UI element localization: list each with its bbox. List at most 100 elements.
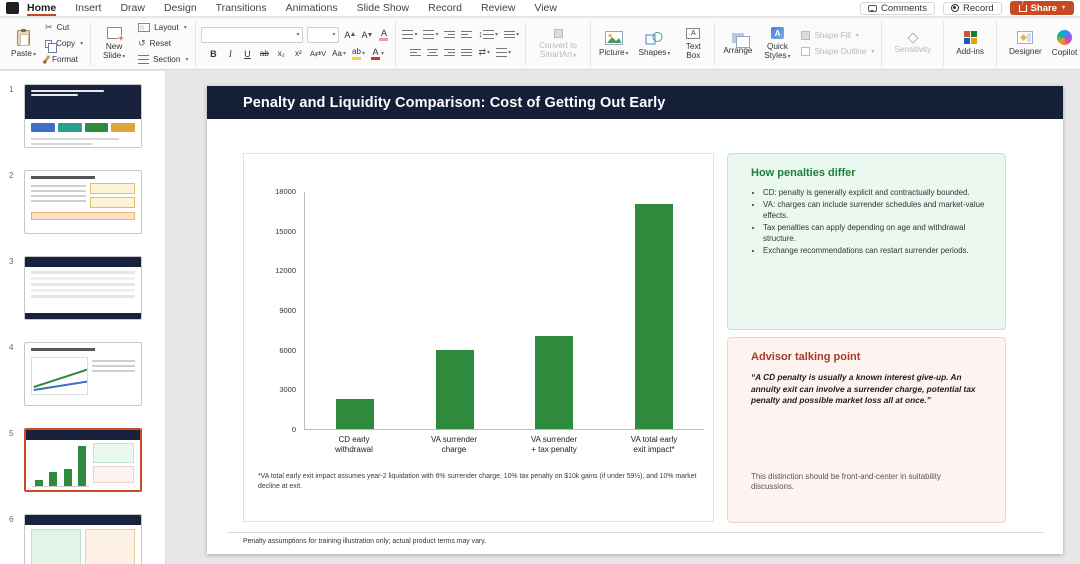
category-label: CD early withdrawal [335,435,373,454]
chevron-down-icon: ▾ [183,24,187,31]
menu-tab-transitions[interactable]: Transitions [216,0,267,16]
format-painter-icon [42,54,51,65]
record-button[interactable]: Record [942,1,1002,15]
format-painter-button[interactable]: Format [42,53,85,67]
picture-button[interactable]: Picture▾ [596,29,632,59]
slide-thumbnail-4[interactable] [24,342,142,406]
share-button[interactable]: Share ▾ [1009,0,1074,15]
align-left-button[interactable] [409,46,422,60]
underline-button[interactable]: U [241,47,254,61]
chart-card[interactable]: 0 3000 6000 9000 12000 15000 18000 CD early wi… [243,153,714,522]
font-color-icon [370,56,380,60]
section-button[interactable]: Section ▾ [136,53,190,67]
menu-tab-record[interactable]: Record [428,0,462,16]
menu-tab-draw[interactable]: Draw [120,0,145,16]
current-slide[interactable]: Penalty and Liquidity Comparison: Cost o… [207,86,1063,554]
menu-tab-slide-show[interactable]: Slide Show [357,0,410,16]
font-name-select[interactable]: ▾ [201,26,304,43]
penalty-bullet: VA: charges can include surrender schedu… [763,199,993,222]
workspace: 1 2 3 4 5 6 Penalty and Liquidity Comparison:… [0,71,1080,564]
add-ins-button[interactable]: Add-ins [953,29,987,58]
reset-button[interactable]: ↺ Reset [136,37,190,51]
decrease-indent-button[interactable] [443,28,456,42]
character-spacing-button[interactable]: A⇄V [309,47,327,61]
clear-formatting-button[interactable]: A [377,28,390,42]
chevron-down-icon: ▾ [414,31,418,38]
slide-number: 5 [9,429,14,438]
advisor-panel[interactable]: Advisor talking point “A CD penalty is u… [727,337,1006,523]
columns-button[interactable]: ▾ [503,28,520,42]
text-direction-button[interactable]: ⇄ ▾ [477,46,491,60]
slide-thumbnail-1[interactable] [24,84,142,148]
decrease-font-size-button[interactable]: A [360,28,373,42]
align-center-button[interactable] [426,46,439,60]
slide-thumbnail-2[interactable] [24,170,142,234]
slide-canvas: Penalty and Liquidity Comparison: Cost o… [167,71,1080,564]
chevron-down-icon: ▾ [361,50,365,57]
shapes-icon [645,31,663,44]
menu-tab-design[interactable]: Design [164,0,197,16]
subscript-button[interactable]: x₂ [275,47,288,61]
designer-button[interactable]: Designer [1006,29,1045,58]
font-color-button[interactable]: A ▾ [370,47,385,61]
increase-font-size-button[interactable]: A [343,28,356,42]
slide-number: 4 [9,343,14,352]
chevron-down-icon: ▾ [80,40,84,47]
penalties-panel[interactable]: How penalties differ CD: penalty is gene… [727,153,1006,330]
ribbon-divider [996,21,997,66]
chevron-down-icon: ▾ [871,48,875,55]
change-case-button[interactable]: Aa ▾ [331,47,347,61]
justify-button[interactable] [460,46,473,60]
chevron-down-icon: ▾ [32,51,36,58]
comments-label: Comments [881,2,927,14]
menu-tab-animations[interactable]: Animations [286,0,338,16]
quick-styles-button[interactable]: A Quick Styles▾ [759,25,795,62]
advisor-panel-title: Advisor talking point [751,351,861,363]
bar-3 [535,336,574,429]
slide-number: 6 [9,515,14,524]
text-box-icon: A [686,27,701,39]
arrange-group: Arrange A Quick Styles▾ Shape Fill ▾ Shap… [720,25,876,62]
line-spacing-button[interactable]: ↕ ▾ [477,28,499,42]
section-icon [138,55,150,64]
text-direction-icon: ⇄ [478,47,486,57]
sensitivity-button: Sensitivity [891,31,934,56]
numbering-button[interactable]: ▾ [422,28,439,42]
comments-button[interactable]: Comments [860,1,935,15]
italic-button[interactable]: I [224,47,237,61]
align-right-button[interactable] [443,46,456,60]
app-logo[interactable] [6,2,19,14]
share-icon [1018,0,1027,12]
clipboard-group: Paste▾ ✂ Cut Copy ▾ Format [8,21,85,67]
bold-button[interactable]: B [207,47,220,61]
eraser-icon [379,37,389,41]
highlight-color-button[interactable]: ab ▾ [351,47,366,61]
slide-thumbnail-5[interactable] [24,428,142,492]
text-box-button[interactable]: A Text Box [677,26,709,62]
slide-thumbnail-6[interactable] [24,514,142,564]
arrange-button[interactable]: Arrange [720,31,755,57]
ribbon-divider [90,21,92,66]
menu-tab-home[interactable]: Home [27,0,56,16]
font-size-select[interactable]: ▾ [307,26,340,43]
copy-button[interactable]: Copy ▾ [43,37,85,53]
slide-title: Penalty and Liquidity Comparison: Cost o… [243,94,666,111]
cut-button[interactable]: ✂ Cut [43,21,85,35]
slide-footer-divider [227,532,1043,533]
menu-tab-insert[interactable]: Insert [75,0,101,16]
chevron-down-icon: ▾ [508,49,512,56]
menu-tab-view[interactable]: View [534,0,557,16]
copilot-button[interactable]: Copilot [1049,28,1080,59]
menu-tab-review[interactable]: Review [481,0,515,16]
layout-button[interactable]: Layout ▾ [136,21,190,35]
align-text-button[interactable]: ▾ [495,46,512,60]
increase-indent-button[interactable] [460,28,473,42]
superscript-button[interactable]: x² [292,47,305,61]
slide-thumbnail-panel[interactable]: 1 2 3 4 5 6 [0,71,166,564]
new-slide-button[interactable]: New Slide▾ [96,25,132,62]
shapes-button[interactable]: Shapes▾ [636,29,674,59]
bullets-button[interactable]: ▾ [401,28,418,42]
slide-thumbnail-3[interactable] [24,256,142,320]
strikethrough-button[interactable]: ab [258,47,271,61]
paste-button[interactable]: Paste▾ [8,28,39,60]
